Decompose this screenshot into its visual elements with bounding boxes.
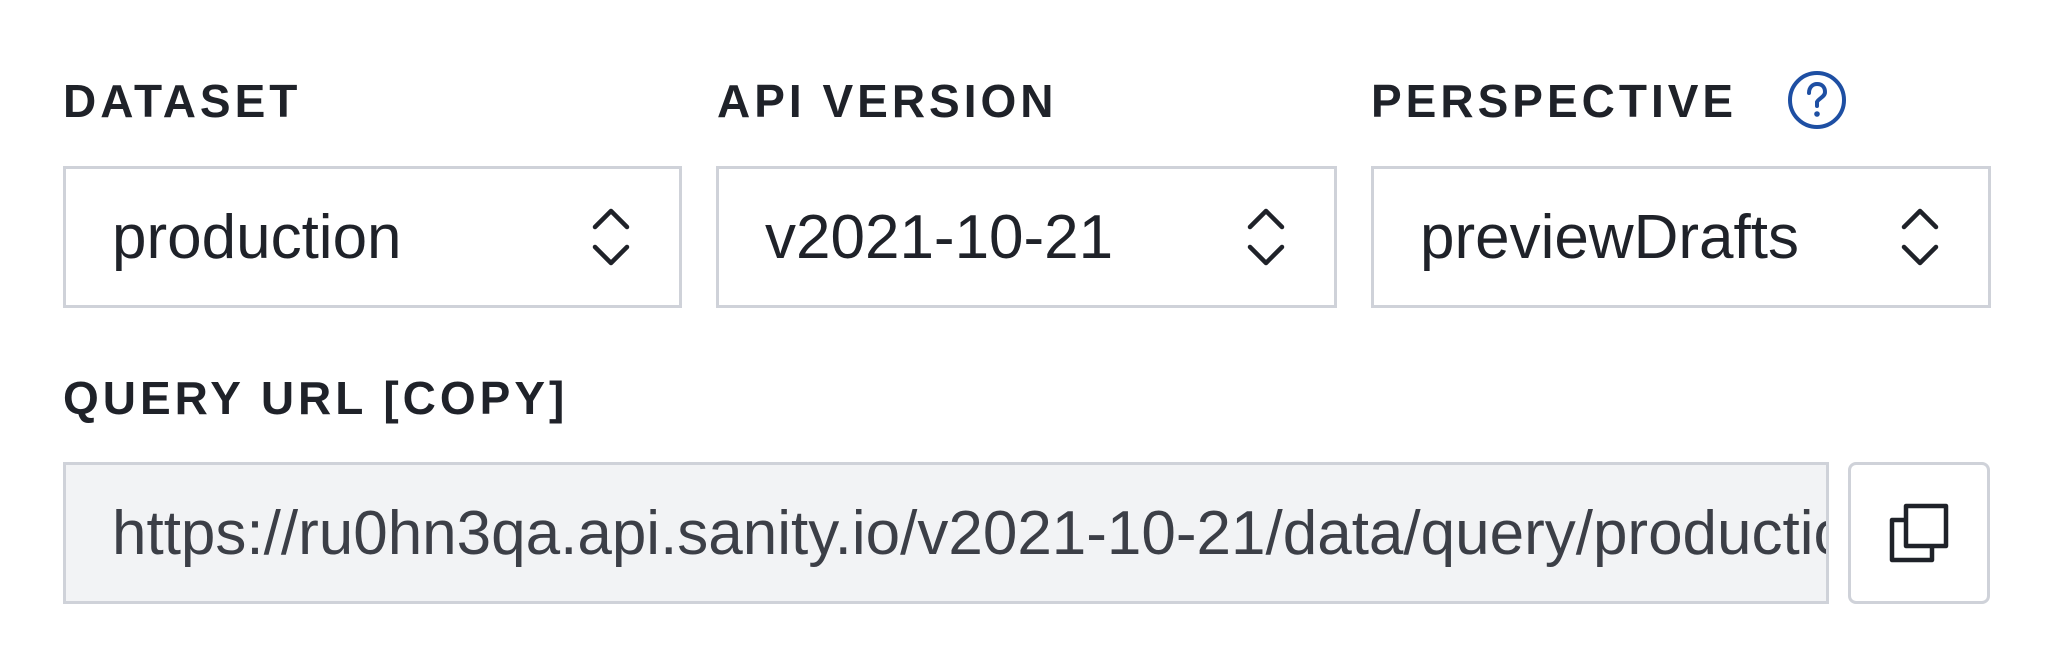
dataset-label: DATASET [63,75,302,127]
perspective-select[interactable]: previewDrafts [1371,166,1991,308]
copy-icon [1889,503,1949,563]
perspective-label: PERSPECTIVE [1371,75,1738,127]
chevron-up-down-icon [592,208,630,266]
perspective-select-value: previewDrafts [1420,202,1799,272]
query-url-value: https://ru0hn3qa.api.sanity.io/v2021-10-… [112,498,1829,568]
api-version-label: API VERSION [717,75,1058,127]
api-version-select-value: v2021-10-21 [765,202,1114,272]
api-version-select[interactable]: v2021-10-21 [716,166,1337,308]
chevron-up-down-icon [1901,208,1939,266]
query-url-field[interactable]: https://ru0hn3qa.api.sanity.io/v2021-10-… [63,462,1829,604]
copy-url-button[interactable] [1848,462,1990,604]
dataset-select-value: production [112,202,402,272]
query-url-label[interactable]: QUERY URL [COPY] [63,375,568,421]
chevron-up-down-icon [1247,208,1285,266]
dataset-select[interactable]: production [63,166,682,308]
question-circle-icon[interactable] [1786,69,1848,131]
